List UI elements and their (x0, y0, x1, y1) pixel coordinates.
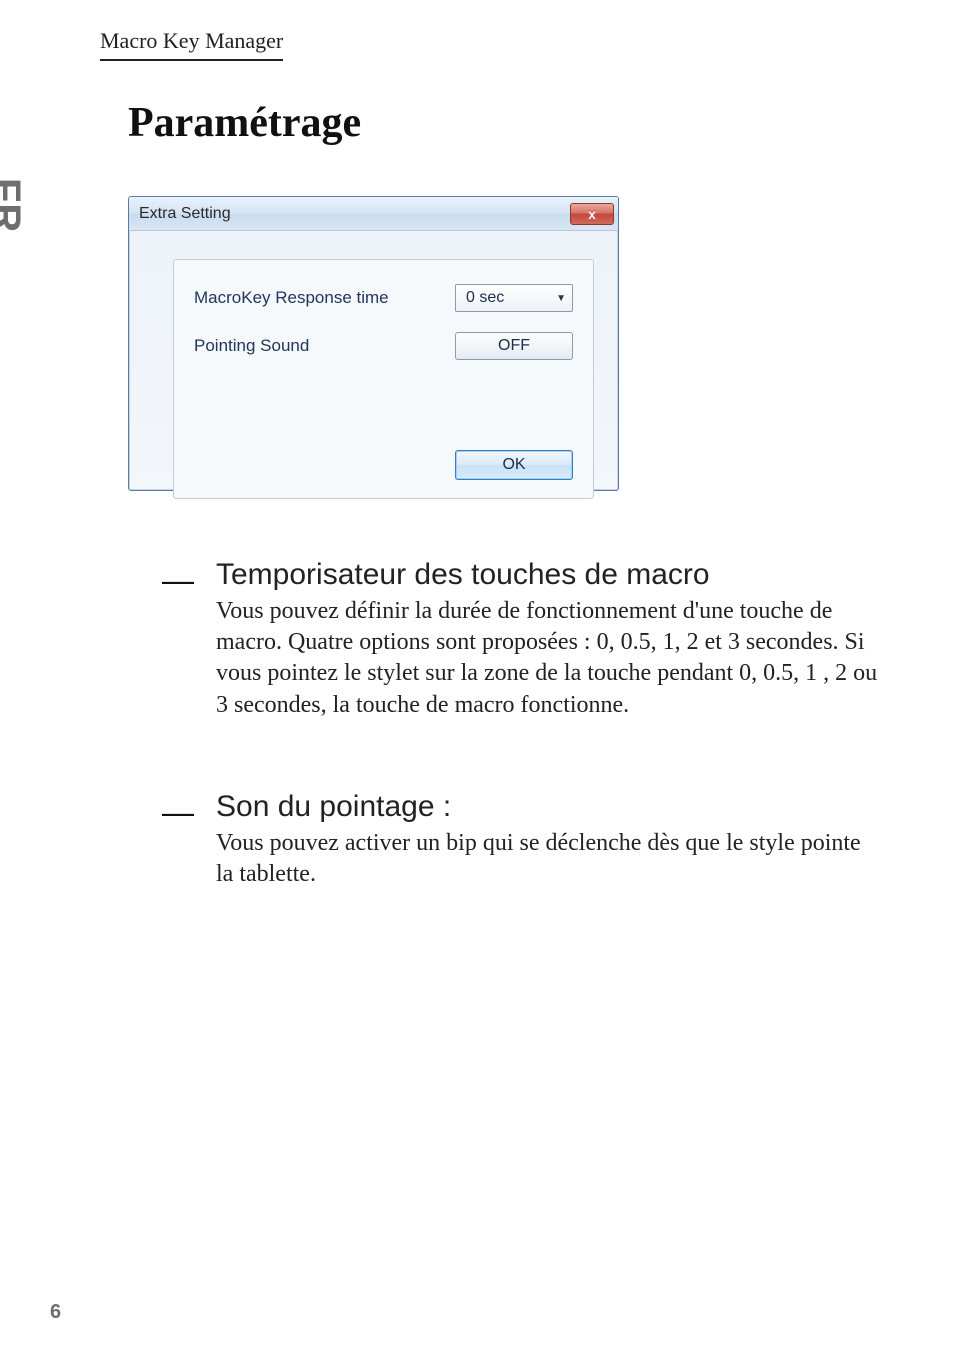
page-number: 6 (50, 1301, 61, 1324)
response-time-row: MacroKey Response time 0 sec ▼ (194, 284, 573, 312)
pointing-sound-toggle[interactable]: OFF (455, 332, 573, 360)
language-tab: FR (0, 178, 28, 233)
dialog-title: Extra Setting (139, 205, 231, 223)
dialog-panel: MacroKey Response time 0 sec ▼ Pointing … (173, 259, 594, 499)
extra-setting-dialog: Extra Setting x MacroKey Response time 0… (128, 196, 619, 491)
response-time-dropdown[interactable]: 0 sec ▼ (455, 284, 573, 312)
page-title: Paramétrage (128, 99, 361, 147)
close-icon: x (588, 206, 596, 222)
chevron-down-icon: ▼ (556, 293, 566, 304)
ok-button-label: OK (502, 456, 525, 474)
section-pointing-sound: ― Son du pointage : Vous pouvez activer … (162, 790, 882, 890)
section-title: Temporisateur des touches de macro (216, 558, 882, 592)
response-time-label: MacroKey Response time (194, 288, 389, 308)
close-button[interactable]: x (570, 203, 614, 225)
pointing-sound-row: Pointing Sound OFF (194, 332, 573, 360)
dash-bullet: ― (162, 562, 194, 599)
pointing-sound-value: OFF (498, 337, 530, 355)
dialog-body: MacroKey Response time 0 sec ▼ Pointing … (129, 231, 618, 511)
section-title: Son du pointage : (216, 790, 882, 824)
dash-bullet: ― (162, 794, 194, 831)
dialog-titlebar: Extra Setting x (129, 197, 618, 231)
ok-button[interactable]: OK (455, 450, 573, 480)
section-response-timer: ― Temporisateur des touches de macro Vou… (162, 558, 882, 721)
section-body: Vous pouvez activer un bip qui se déclen… (216, 828, 882, 890)
header-title: Macro Key Manager (100, 28, 283, 61)
pointing-sound-label: Pointing Sound (194, 336, 309, 356)
response-time-value: 0 sec (466, 289, 504, 307)
section-body: Vous pouvez définir la durée de fonction… (216, 596, 882, 721)
